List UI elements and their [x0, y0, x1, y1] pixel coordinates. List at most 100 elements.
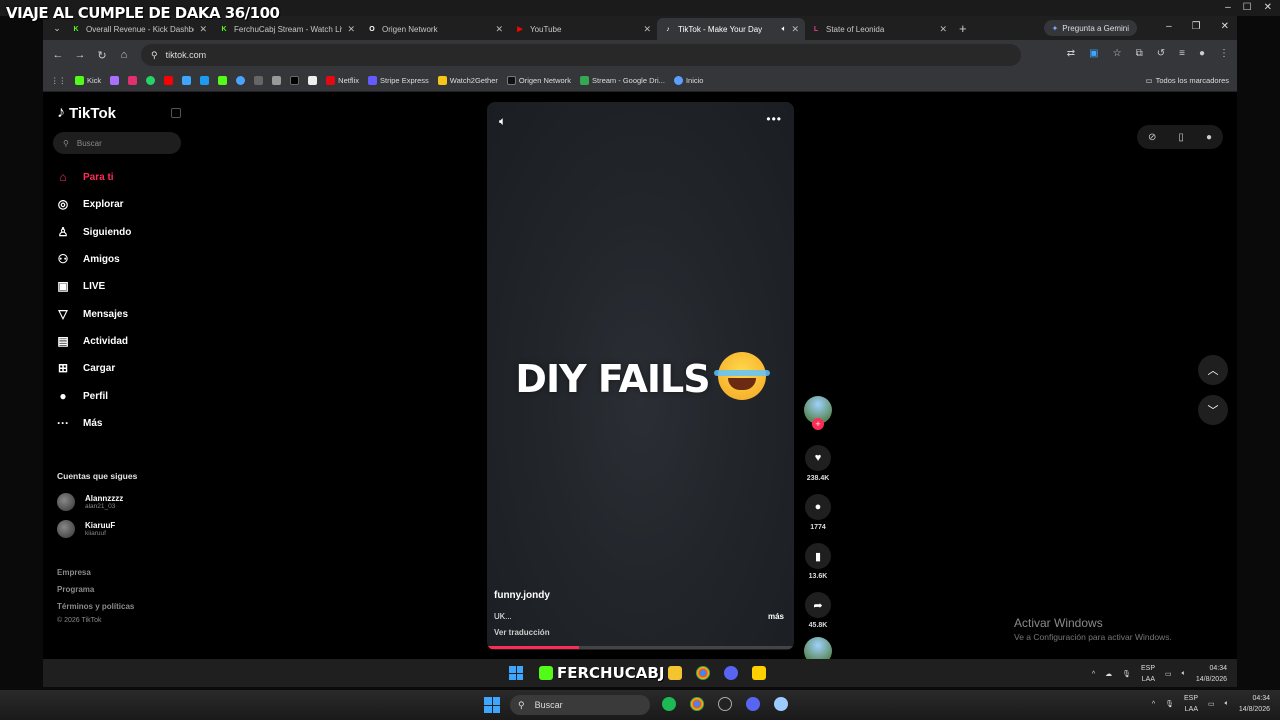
- nav-item[interactable]: ▣ LIVE: [55, 276, 185, 296]
- share-action[interactable]: ➦ 45.8K: [803, 592, 833, 629]
- browser-tab[interactable]: ♪ TikTok - Make Your Day 🔈︎ ✕: [657, 18, 805, 40]
- discord-icon[interactable]: [746, 697, 760, 711]
- video-author[interactable]: funny.jondy: [494, 590, 550, 601]
- tab-search-icon[interactable]: ⌄: [49, 20, 65, 36]
- nav-item[interactable]: ··· Más: [55, 413, 185, 433]
- tiktok-icon[interactable]: [290, 76, 300, 85]
- close-icon[interactable]: ✕: [1221, 21, 1229, 32]
- nav-item[interactable]: ⚇ Amigos: [55, 249, 185, 269]
- volume-icon[interactable]: 🔈︎: [1225, 700, 1229, 708]
- device-icon[interactable]: ▯: [1178, 132, 1184, 143]
- obs-icon[interactable]: [718, 697, 732, 711]
- bookmark-inicio[interactable]: Inicio: [673, 76, 703, 85]
- address-bar[interactable]: ⚲ tiktok.com: [141, 44, 1021, 66]
- discord-icon[interactable]: [724, 666, 739, 680]
- mic-icon[interactable]: 🎙︎: [1122, 670, 1131, 678]
- folder-icon[interactable]: [668, 666, 683, 680]
- maximize-icon[interactable]: ☐: [1243, 2, 1252, 13]
- like-action[interactable]: ♥ 238.4K: [803, 445, 833, 482]
- close-icon[interactable]: ✕: [1264, 2, 1272, 13]
- bookmark-origen[interactable]: Origen Network: [506, 76, 571, 85]
- settings-icon[interactable]: [774, 697, 788, 711]
- all-bookmarks[interactable]: ▭ Todos los marcadores: [1146, 76, 1229, 85]
- chrome-icon[interactable]: [690, 697, 704, 711]
- footer-link[interactable]: Empresa: [57, 568, 91, 577]
- bookmark-icon[interactable]: [218, 76, 228, 85]
- collapse-sidebar-icon[interactable]: [171, 108, 181, 118]
- whatsapp-icon[interactable]: [146, 76, 156, 85]
- media-icon[interactable]: ≡: [1179, 48, 1185, 59]
- bookmark-stripe[interactable]: Stripe Express: [368, 76, 429, 85]
- caption-more-link[interactable]: más: [768, 612, 784, 621]
- chrome-icon[interactable]: [696, 666, 711, 680]
- taskbar-search[interactable]: ⚲ Buscar: [510, 695, 650, 715]
- nav-item[interactable]: ● Perfil: [55, 386, 185, 406]
- speaker-icon[interactable]: 🔈︎: [782, 24, 787, 34]
- network-icon[interactable]: ▭: [1165, 670, 1172, 678]
- nav-item[interactable]: ♙ Siguiendo: [55, 222, 185, 242]
- minimize-icon[interactable]: –: [1225, 2, 1231, 13]
- profile-avatar[interactable]: ●: [1206, 132, 1212, 143]
- close-tab-icon[interactable]: ✕: [939, 24, 947, 35]
- bookmark-kick[interactable]: Kick: [75, 76, 101, 85]
- app-icon[interactable]: [752, 666, 767, 680]
- home-icon[interactable]: ⌂: [113, 49, 135, 61]
- chevron-up-icon[interactable]: ^: [1092, 671, 1095, 678]
- clock[interactable]: 04:34 14/8/2026: [1196, 663, 1227, 685]
- site-info-icon[interactable]: ⚲: [151, 50, 158, 61]
- reload-icon[interactable]: ↻: [91, 49, 113, 62]
- gemini-button[interactable]: ✦ Pregunta a Gemini: [1043, 20, 1137, 36]
- forward-icon[interactable]: →: [69, 49, 91, 61]
- nav-item[interactable]: ⊞ Cargar: [55, 358, 185, 378]
- outer-window-controls[interactable]: – ☐ ✕: [1225, 2, 1272, 13]
- network-icon[interactable]: ▭: [1208, 700, 1215, 708]
- footer-link[interactable]: Programa: [57, 585, 94, 594]
- mic-icon[interactable]: 🎙︎: [1165, 700, 1174, 708]
- comment-icon[interactable]: ●: [805, 494, 831, 520]
- windows-start-icon[interactable]: [484, 697, 500, 713]
- translate-link[interactable]: Ver traducción: [494, 628, 550, 637]
- translate-icon[interactable]: ⇄: [1067, 48, 1075, 59]
- heart-icon[interactable]: ♥: [805, 445, 831, 471]
- clock[interactable]: 04:34 14/8/2026: [1239, 693, 1270, 715]
- star-icon[interactable]: ☆: [1113, 48, 1122, 59]
- nav-item[interactable]: ▤ Actividad: [55, 331, 185, 351]
- chevron-up-icon[interactable]: ^: [1152, 701, 1155, 708]
- browser-tab[interactable]: L State of Leonida ✕: [805, 18, 953, 40]
- nav-item[interactable]: ◎ Explorar: [55, 194, 185, 214]
- browser-tab[interactable]: ▶ YouTube ✕: [509, 18, 657, 40]
- bookmark-watch2gether[interactable]: Watch2Gether: [437, 76, 498, 85]
- more-options-icon[interactable]: •••: [766, 112, 782, 126]
- previous-video-button[interactable]: ︿: [1198, 355, 1228, 385]
- bookmark-icon[interactable]: [200, 76, 210, 85]
- browser-tab[interactable]: O Origen Network ✕: [361, 18, 509, 40]
- bookmark-icon[interactable]: [308, 76, 318, 85]
- nav-item[interactable]: ⌂ Para ti: [55, 167, 185, 187]
- windows-start-icon[interactable]: [509, 666, 523, 680]
- bookmark-drive[interactable]: Stream - Google Dri...: [579, 76, 665, 85]
- save-action[interactable]: ▮ 13.6K: [803, 543, 833, 580]
- followed-account[interactable]: KiaruuF kiiaruuf: [57, 520, 115, 538]
- instagram-icon[interactable]: [128, 76, 138, 85]
- video-progress-bar[interactable]: [487, 646, 794, 649]
- bookmark-icon[interactable]: [182, 76, 192, 85]
- menu-icon[interactable]: ⋮: [1219, 48, 1229, 59]
- spotify-icon[interactable]: [662, 697, 676, 711]
- close-tab-icon[interactable]: ✕: [347, 24, 355, 35]
- footer-link[interactable]: Términos y políticas: [57, 602, 134, 611]
- close-tab-icon[interactable]: ✕: [199, 24, 207, 35]
- bookmark-icon[interactable]: ▮: [805, 543, 831, 569]
- share-icon[interactable]: ➦: [805, 592, 831, 618]
- language-indicator[interactable]: ESP LAA: [1141, 663, 1155, 685]
- youtube-icon[interactable]: [164, 76, 174, 85]
- history-icon[interactable]: ↺: [1157, 48, 1165, 59]
- followed-account[interactable]: Alannzzzz alan21_03: [57, 493, 123, 511]
- bookmark-icon[interactable]: [272, 76, 282, 85]
- cast-icon[interactable]: ▣: [1089, 48, 1098, 59]
- bookmark-icon[interactable]: [236, 76, 246, 85]
- tiktok-logo[interactable]: ♪ TikTok: [57, 104, 116, 122]
- profile-icon[interactable]: ●: [1199, 48, 1205, 59]
- bookmark-icon[interactable]: [254, 76, 264, 85]
- new-tab-button[interactable]: +: [959, 21, 967, 36]
- compass-icon[interactable]: ⊘: [1148, 132, 1156, 143]
